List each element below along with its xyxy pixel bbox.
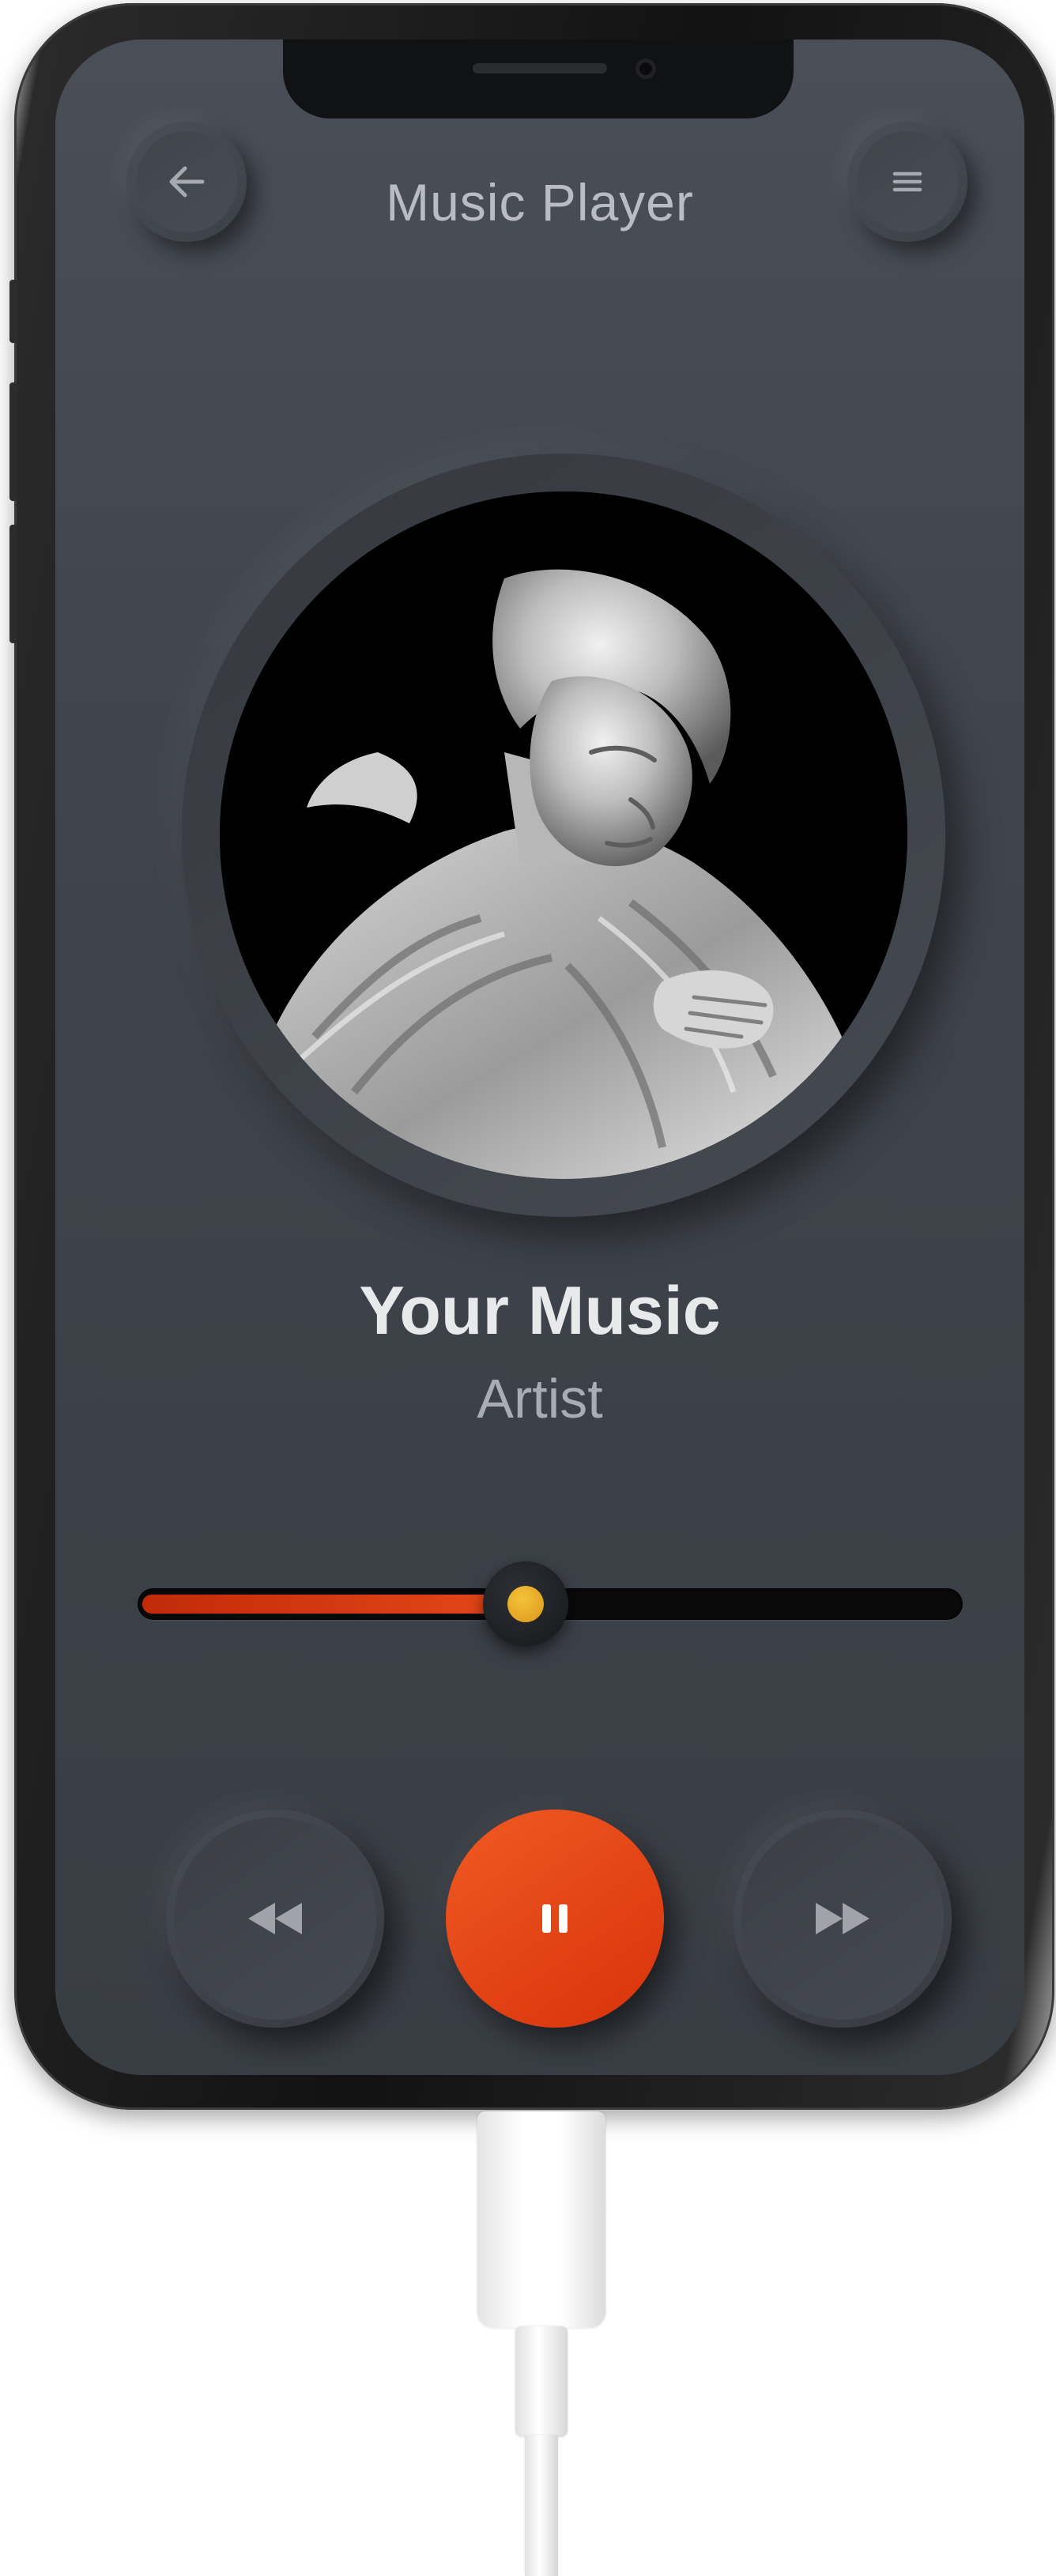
fast-forward-button[interactable] — [734, 1810, 952, 2028]
menu-button[interactable] — [847, 122, 967, 242]
pause-icon — [542, 1904, 568, 1933]
phone-frame: Music Player Your Music Artist — [9, 3, 1054, 2110]
pause-button[interactable] — [446, 1810, 664, 2028]
volume-up-button — [9, 382, 17, 501]
progress-fill — [142, 1595, 526, 1614]
rewind-icon — [248, 1903, 302, 1934]
arrow-left-icon — [169, 166, 205, 198]
front-camera — [635, 58, 656, 79]
progress-knob[interactable] — [482, 1561, 568, 1647]
marble-statue-artwork — [220, 491, 907, 1179]
device-notch — [283, 40, 794, 119]
album-art-frame — [182, 454, 945, 1217]
track-title: Your Music — [359, 1273, 721, 1349]
hamburger-menu-icon — [892, 171, 922, 192]
rewind-button[interactable] — [166, 1810, 384, 2028]
earpiece-speaker — [473, 63, 607, 73]
app-screen: Music Player Your Music Artist — [55, 40, 1024, 2075]
track-artist: Artist — [477, 1368, 603, 1429]
progress-slider[interactable] — [138, 1561, 963, 1647]
knob-center — [507, 1586, 544, 1622]
mute-switch — [9, 280, 17, 343]
fast-forward-icon — [816, 1903, 869, 1934]
album-artwork — [220, 491, 907, 1179]
lightning-cable-connector — [477, 2111, 605, 2328]
volume-down-button — [9, 525, 17, 643]
cable-wire — [525, 2435, 558, 2576]
cable-strain-relief — [515, 2326, 568, 2437]
